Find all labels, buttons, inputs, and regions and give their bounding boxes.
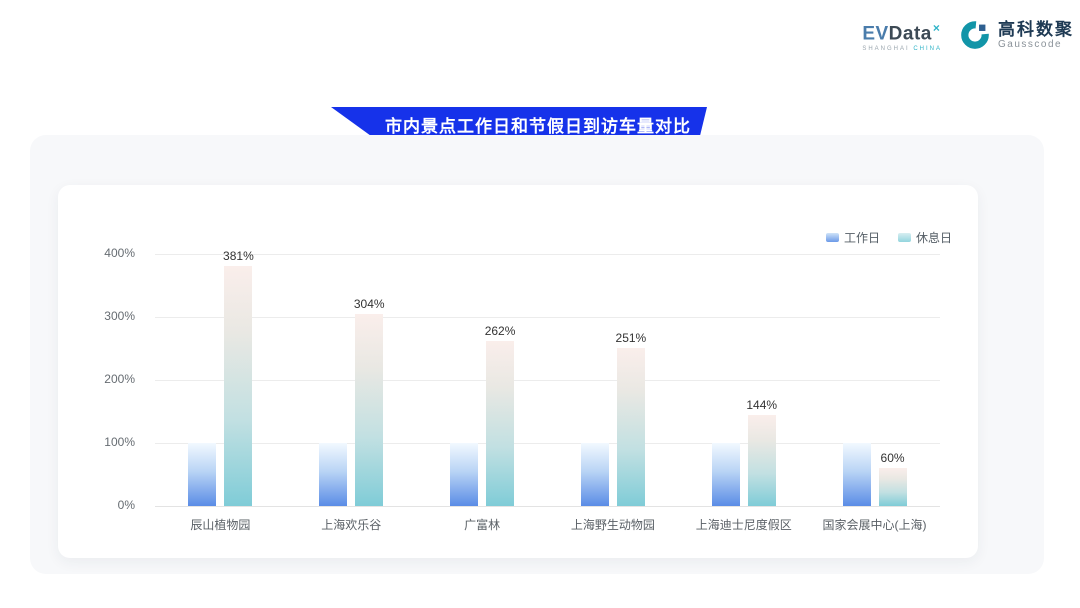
bar-wrap: 262% <box>486 254 514 506</box>
bar-value-label: 251% <box>616 331 647 345</box>
bar-value-label: 304% <box>354 297 385 311</box>
category-slot: 304% <box>286 254 417 506</box>
evdata-wordmark: EVData× <box>862 18 940 44</box>
category-slot: 262% <box>417 254 548 506</box>
bar-restday[interactable] <box>486 341 514 506</box>
gausscode-name-en: Gausscode <box>998 39 1074 51</box>
y-tick-label: 400% <box>104 246 135 260</box>
bar-restday[interactable] <box>224 266 252 506</box>
page: EVData× SHANGHAI CHINA 高科数聚 Gausscode 市内… <box>0 0 1080 608</box>
bar-wrap <box>188 254 216 506</box>
category-slot: 251% <box>547 254 678 506</box>
gridline <box>155 506 940 507</box>
gausscode-text: 高科数聚 Gausscode <box>998 20 1074 51</box>
bar-restday[interactable] <box>879 468 907 506</box>
bar-value-label: 60% <box>881 451 905 465</box>
evdata-data: Data <box>889 23 932 44</box>
bar-restday[interactable] <box>617 348 645 506</box>
evdata-subtext-shanghai: SHANGHAI <box>862 46 909 52</box>
y-axis: 0% 100% 200% 300% 400% <box>58 185 145 558</box>
bar-workday[interactable] <box>188 443 216 506</box>
x-axis: 辰山植物园上海欢乐谷广富林上海野生动物园上海迪士尼度假区国家会展中心(上海) <box>155 516 940 533</box>
gausscode-name-cn: 高科数聚 <box>998 20 1074 39</box>
bar-wrap: 60% <box>879 254 907 506</box>
category-slot: 381% <box>155 254 286 506</box>
category-label: 辰山植物园 <box>155 516 286 533</box>
evdata-ev: EV <box>862 23 888 44</box>
evdata-logo: EVData× SHANGHAI CHINA <box>862 18 942 52</box>
bar-wrap: 144% <box>748 254 776 506</box>
bar-wrap: 381% <box>224 254 252 506</box>
plot-bars: 381% 304% 262% 251% 144% 60% <box>155 254 940 506</box>
category-slot: 144% <box>678 254 809 506</box>
bar-restday[interactable] <box>748 415 776 506</box>
y-tick-label: 0% <box>118 498 135 512</box>
evdata-x-icon: × <box>933 21 941 35</box>
bar-value-label: 381% <box>223 249 254 263</box>
gausscode-g-icon <box>958 18 992 52</box>
header-logos: EVData× SHANGHAI CHINA 高科数聚 Gausscode <box>862 18 1074 52</box>
y-tick-label: 100% <box>104 435 135 449</box>
evdata-subtext: SHANGHAI CHINA <box>862 46 942 52</box>
bar-workday[interactable] <box>319 443 347 506</box>
bar-value-label: 262% <box>485 324 516 338</box>
bar-wrap <box>843 254 871 506</box>
evdata-subtext-china: CHINA <box>913 46 942 52</box>
bar-wrap: 304% <box>355 254 383 506</box>
bar-workday[interactable] <box>450 443 478 506</box>
bar-wrap: 251% <box>617 254 645 506</box>
bar-workday[interactable] <box>712 443 740 506</box>
page-title: 市内景点工作日和节假日到访车量对比 <box>385 112 691 137</box>
bar-wrap <box>319 254 347 506</box>
bar-workday[interactable] <box>843 443 871 506</box>
bar-workday[interactable] <box>581 443 609 506</box>
chart-card: 工作日休息日 0%100%200%300%400% 381%304%262%25… <box>58 185 978 558</box>
category-slot: 60% <box>809 254 940 506</box>
category-label: 上海野生动物园 <box>547 516 678 533</box>
category-label: 上海欢乐谷 <box>286 516 417 533</box>
y-tick-label: 300% <box>104 309 135 323</box>
category-label: 国家会展中心(上海) <box>809 516 940 533</box>
bar-value-label: 144% <box>746 398 777 412</box>
bar-chart: 工作日休息日 0%100%200%300%400% 381%304%262%25… <box>58 185 978 558</box>
bar-wrap <box>581 254 609 506</box>
bar-wrap <box>712 254 740 506</box>
category-label: 上海迪士尼度假区 <box>678 516 809 533</box>
chart-panel: 工作日休息日 0%100%200%300%400% 381%304%262%25… <box>30 135 1044 574</box>
bar-wrap <box>450 254 478 506</box>
gausscode-logo: 高科数聚 Gausscode <box>958 18 1074 52</box>
bar-restday[interactable] <box>355 314 383 506</box>
y-tick-label: 200% <box>104 372 135 386</box>
category-label: 广富林 <box>417 516 548 533</box>
